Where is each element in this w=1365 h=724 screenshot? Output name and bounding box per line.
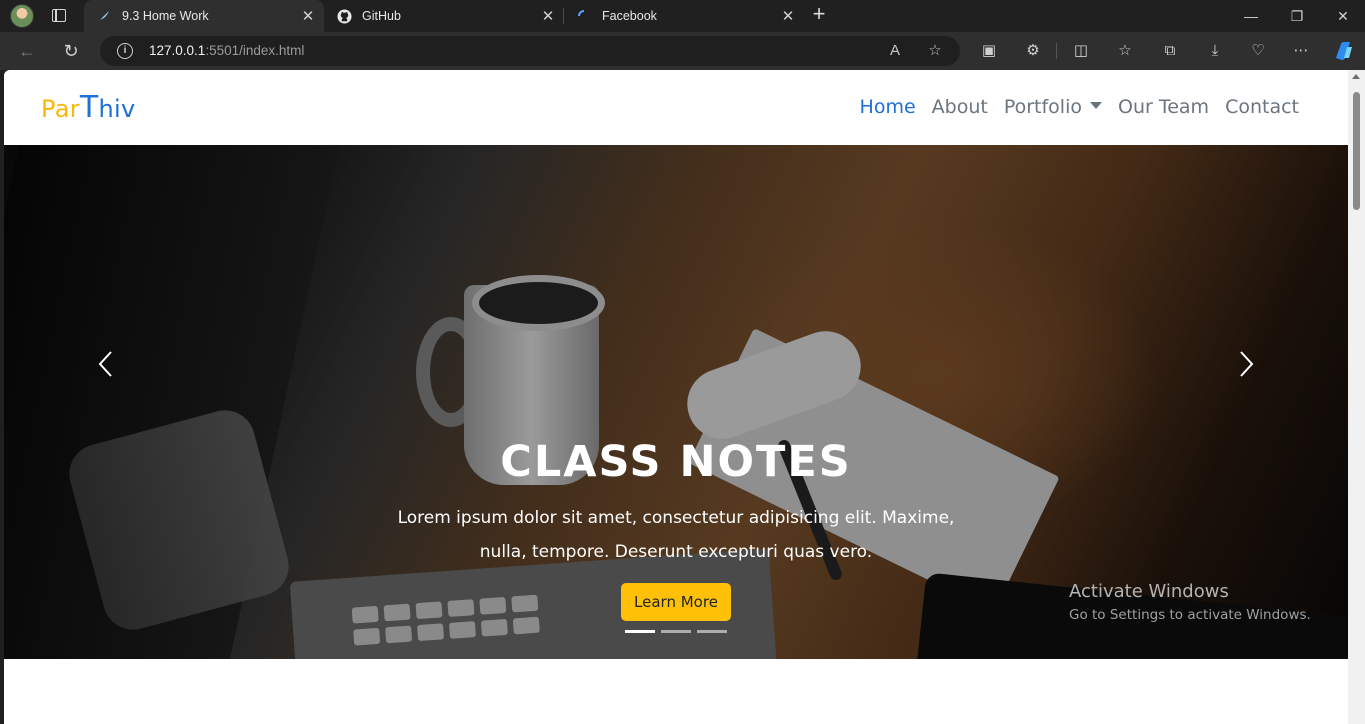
minimize-button[interactable]: — xyxy=(1228,0,1274,32)
refresh-button[interactable]: ↻ xyxy=(58,38,84,64)
chevron-left-icon xyxy=(98,351,112,377)
favorite-star-icon[interactable]: ☆ xyxy=(924,41,946,61)
loading-spinner-icon xyxy=(576,8,592,24)
nav-our-team[interactable]: Our Team xyxy=(1110,96,1217,118)
tab-facebook[interactable]: Facebook ✕ xyxy=(564,0,804,32)
activate-windows-watermark: Activate Windows Go to Settings to activ… xyxy=(1069,581,1311,623)
collections-icon[interactable]: ⧉ xyxy=(1159,41,1181,61)
chevron-down-icon xyxy=(1090,102,1102,109)
extensions-icon[interactable]: ⚙ xyxy=(1022,41,1044,61)
nav-about[interactable]: About xyxy=(924,96,996,118)
nav-contact[interactable]: Contact xyxy=(1217,96,1307,118)
performance-icon[interactable]: ♡ xyxy=(1247,41,1269,61)
tab-title: Facebook xyxy=(602,9,657,23)
extension-t-icon[interactable]: ▣ xyxy=(978,41,1000,61)
carousel-indicator-3[interactable] xyxy=(697,630,727,633)
tab-homework[interactable]: 9.3 Home Work ✕ xyxy=(84,0,324,32)
copilot-icon[interactable] xyxy=(1332,41,1354,61)
tab-title: 9.3 Home Work xyxy=(122,9,209,23)
carousel-prev-button[interactable] xyxy=(94,350,118,378)
url-text[interactable]: 127.0.0.1:5501/index.html xyxy=(149,43,304,58)
page-viewport: ParThiv Home About Portfolio Our Team Co… xyxy=(4,70,1365,724)
profile-avatar[interactable] xyxy=(10,4,34,28)
site-info-icon[interactable]: i xyxy=(117,43,133,59)
learn-more-button[interactable]: Learn More xyxy=(621,583,731,621)
new-tab-button[interactable]: + xyxy=(808,3,830,26)
site-navbar: ParThiv Home About Portfolio Our Team Co… xyxy=(4,70,1348,145)
read-aloud-icon[interactable]: A xyxy=(884,41,906,61)
tab-actions-icon[interactable] xyxy=(50,7,68,25)
tab-title: GitHub xyxy=(362,9,401,23)
favorites-icon[interactable]: ☆ xyxy=(1114,41,1136,61)
page-scrollbar[interactable] xyxy=(1348,70,1365,724)
carousel-indicator-1[interactable] xyxy=(625,630,655,633)
close-tab-icon[interactable]: ✕ xyxy=(298,7,318,25)
more-menu-icon[interactable]: ⋯ xyxy=(1290,41,1312,61)
nav-portfolio[interactable]: Portfolio xyxy=(996,96,1110,118)
feather-icon xyxy=(96,8,112,24)
scrollbar-thumb[interactable] xyxy=(1353,92,1360,210)
back-button[interactable]: ← xyxy=(14,38,40,64)
close-tab-icon[interactable]: ✕ xyxy=(778,7,798,25)
browser-tab-bar: 9.3 Home Work ✕ GitHub ✕ Facebook ✕ + — … xyxy=(0,0,1365,32)
nav-links: Home About Portfolio Our Team Contact xyxy=(852,96,1307,118)
carousel-indicators xyxy=(625,630,727,633)
brand-logo[interactable]: ParThiv xyxy=(41,90,136,125)
address-bar[interactable]: i 127.0.0.1:5501/index.html A ☆ xyxy=(100,36,960,66)
github-icon xyxy=(336,8,352,24)
restore-button[interactable]: ❐ xyxy=(1274,0,1320,32)
nav-home[interactable]: Home xyxy=(852,96,924,118)
close-tab-icon[interactable]: ✕ xyxy=(538,7,558,25)
split-screen-icon[interactable]: ◫ xyxy=(1070,41,1092,61)
carousel-indicator-2[interactable] xyxy=(661,630,691,633)
carousel-next-button[interactable] xyxy=(1234,350,1258,378)
tab-github[interactable]: GitHub ✕ xyxy=(324,0,564,32)
carousel-title: CLASS NOTES xyxy=(500,437,852,487)
close-window-button[interactable]: ✕ xyxy=(1320,0,1365,32)
scroll-up-icon[interactable] xyxy=(1352,74,1360,79)
carousel-text: Lorem ipsum dolor sit amet, consectetur … xyxy=(397,508,955,562)
downloads-icon[interactable]: ⤓ xyxy=(1204,41,1226,61)
chevron-right-icon xyxy=(1240,351,1254,377)
